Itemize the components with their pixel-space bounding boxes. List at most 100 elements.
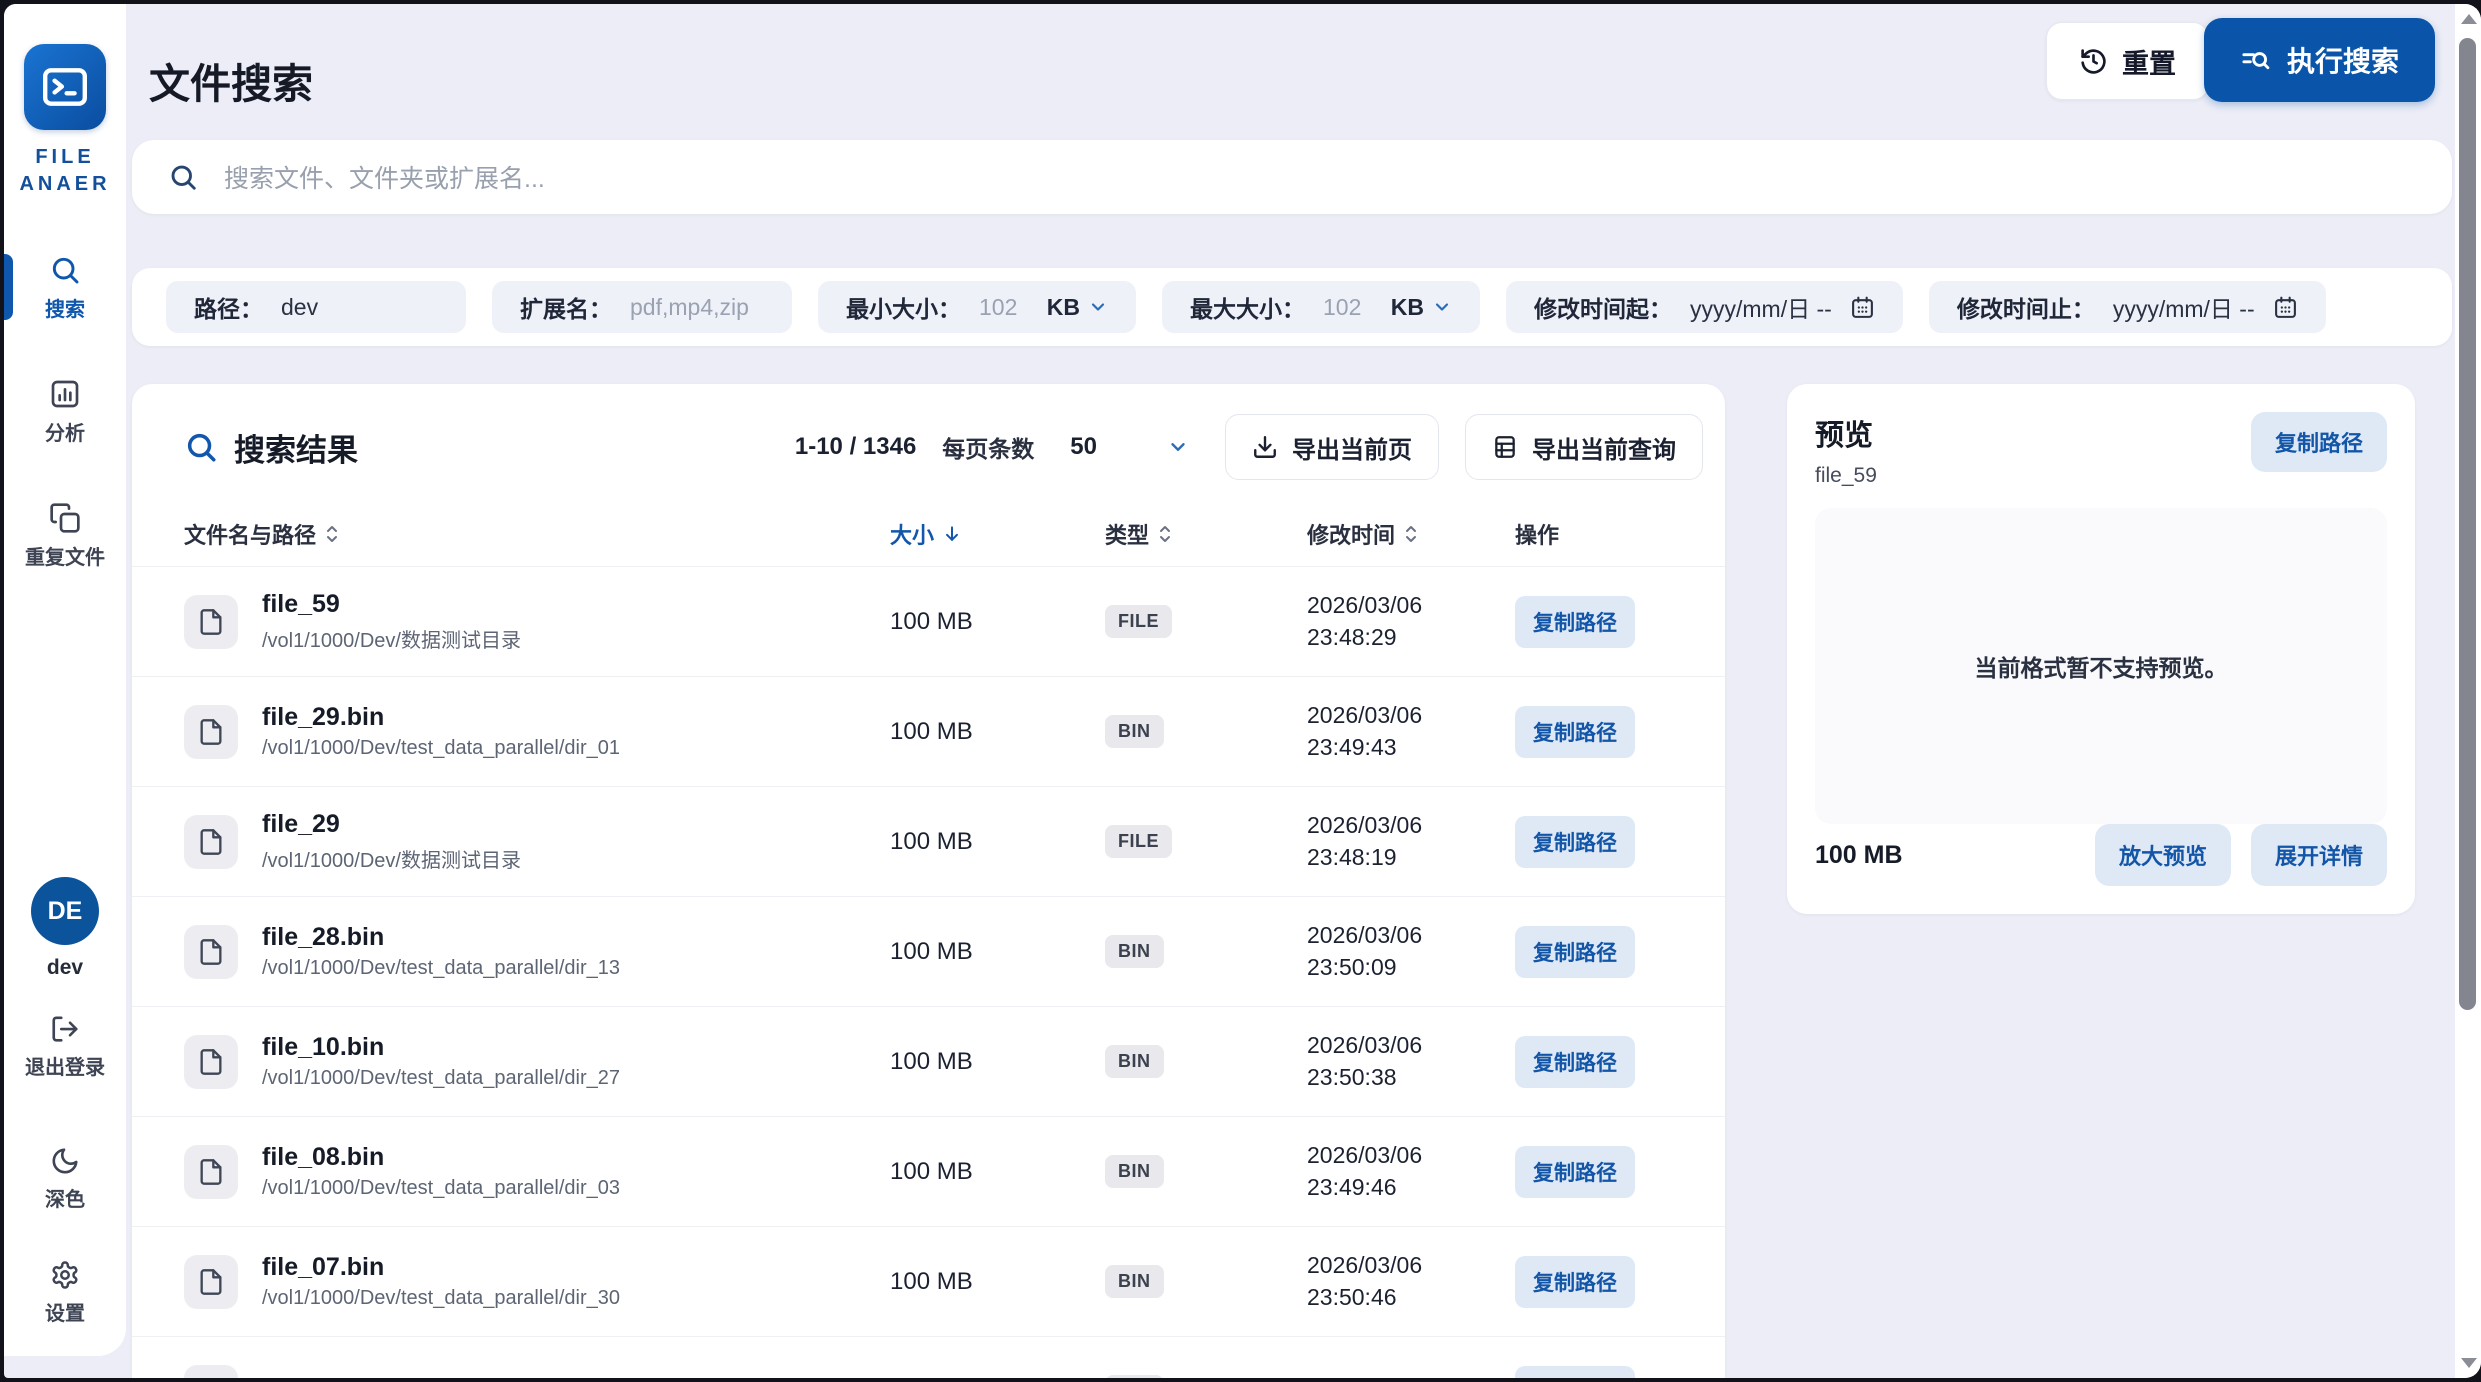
path-input[interactable]: dev bbox=[281, 294, 318, 321]
per-page-value: 50 bbox=[1070, 433, 1097, 460]
modified-time: 2026/03/06 23:50:09 bbox=[1307, 922, 1423, 980]
file-name: file_08.bin bbox=[262, 1143, 385, 1171]
search-icon bbox=[168, 162, 198, 192]
results-title: 搜索结果 bbox=[184, 425, 358, 470]
reset-button[interactable]: 重置 bbox=[2046, 22, 2209, 100]
column-header-type[interactable]: 类型 bbox=[1105, 518, 1307, 550]
page-title: 文件搜索 bbox=[149, 61, 313, 107]
min-size-unit-select[interactable]: KB bbox=[1047, 294, 1108, 321]
table-row[interactable]: file_07.bin 100 MB BIN 2026/03/06 复制路径 bbox=[132, 1336, 1725, 1378]
app-logo[interactable] bbox=[24, 44, 106, 130]
copy-path-button[interactable]: 复制路径 bbox=[1515, 925, 1635, 978]
file-icon bbox=[184, 1144, 238, 1199]
min-size-label: 最小大小： bbox=[846, 296, 961, 322]
column-header-mtime[interactable]: 修改时间 bbox=[1307, 518, 1515, 550]
copy-path-button[interactable]: 复制路径 bbox=[1515, 1145, 1635, 1198]
results-panel: 搜索结果 1-10 / 1346 每页条数 50 导出当前页 导出当前查询 文件… bbox=[132, 384, 1725, 1378]
table-row[interactable]: file_29 /vol1/1000/Dev/数据测试目录 100 MB FIL… bbox=[132, 786, 1725, 896]
sidebar-item-label: 重复文件 bbox=[25, 547, 105, 569]
search-icon bbox=[49, 254, 81, 286]
calendar-icon[interactable] bbox=[1850, 295, 1875, 320]
modified-time: 2026/03/06 23:48:29 bbox=[1307, 592, 1423, 650]
result-range: 1-10 / 1346 bbox=[794, 433, 917, 460]
date-to-filter[interactable]: 修改时间止： yyyy/mm/日 -- bbox=[1928, 281, 2326, 333]
sort-icon bbox=[1160, 526, 1171, 542]
file-path: /vol1/1000/Dev/test_data_parallel/dir_30 bbox=[262, 1287, 621, 1309]
avatar[interactable]: DE bbox=[31, 877, 99, 945]
file-icon bbox=[184, 704, 238, 759]
run-search-button[interactable]: 执行搜索 bbox=[2204, 18, 2436, 102]
sidebar-item-analytics[interactable]: 分析 bbox=[4, 378, 126, 446]
preview-unsupported-message: 当前格式暂不支持预览。 bbox=[1974, 655, 2228, 681]
column-header-name[interactable]: 文件名与路径 bbox=[184, 518, 890, 550]
per-page-select[interactable]: 50 bbox=[1060, 425, 1199, 469]
date-from-filter[interactable]: 修改时间起： yyyy/mm/日 -- bbox=[1506, 281, 1903, 333]
max-size-unit-select[interactable]: KB bbox=[1391, 294, 1452, 321]
path-filter[interactable]: 路径： dev bbox=[166, 281, 466, 333]
max-size-label: 最大大小： bbox=[1190, 296, 1305, 322]
bar-chart-icon bbox=[49, 378, 81, 410]
copy-path-button[interactable]: 复制路径 bbox=[1515, 595, 1635, 648]
table-row[interactable]: file_10.bin /vol1/1000/Dev/test_data_par… bbox=[132, 1006, 1725, 1116]
max-size-input[interactable]: 102 bbox=[1323, 294, 1373, 321]
modified-time: 2026/03/06 23:48:19 bbox=[1307, 812, 1423, 870]
sidebar-item-label: 搜索 bbox=[45, 299, 85, 321]
date-to-input[interactable]: yyyy/mm/日 -- bbox=[2113, 290, 2255, 324]
sidebar-item-duplicates[interactable]: 重复文件 bbox=[4, 502, 126, 570]
download-icon bbox=[1252, 434, 1278, 460]
file-path: /vol1/1000/Dev/数据测试目录 bbox=[262, 630, 521, 652]
scroll-down-arrow[interactable] bbox=[2461, 1358, 2477, 1368]
date-from-input[interactable]: yyyy/mm/日 -- bbox=[1690, 290, 1832, 324]
file-size: 100 MB bbox=[890, 1378, 1105, 1379]
modified-time: 2026/03/06 23:49:46 bbox=[1307, 1142, 1423, 1200]
table-row[interactable]: file_28.bin /vol1/1000/Dev/test_data_par… bbox=[132, 896, 1725, 1006]
logout-button[interactable]: 退出登录 bbox=[4, 1014, 126, 1080]
table-row[interactable]: file_07.bin /vol1/1000/Dev/test_data_par… bbox=[132, 1226, 1725, 1336]
zoom-preview-button[interactable]: 放大预览 bbox=[2094, 824, 2231, 886]
sort-desc-icon bbox=[946, 526, 959, 541]
preview-panel: 预览 file_59 复制路径 当前格式暂不支持预览。 100 MB 放大预览 … bbox=[1787, 384, 2415, 914]
copy-path-button[interactable]: 复制路径 bbox=[1515, 1365, 1635, 1378]
extension-input[interactable]: pdf,mp4,zip bbox=[630, 294, 749, 321]
logout-label: 退出登录 bbox=[25, 1057, 105, 1079]
file-path: /vol1/1000/Dev/数据测试目录 bbox=[262, 850, 521, 872]
min-size-filter[interactable]: 最小大小： 102 KB bbox=[818, 281, 1136, 333]
file-size: 100 MB bbox=[890, 1267, 973, 1295]
scrollbar-thumb[interactable] bbox=[2459, 38, 2476, 1010]
file-size: 100 MB bbox=[890, 1157, 973, 1185]
copy-path-button[interactable]: 复制路径 bbox=[1515, 1255, 1635, 1308]
file-name: file_29 bbox=[262, 810, 340, 838]
min-size-unit: KB bbox=[1046, 293, 1080, 320]
column-header-size[interactable]: 大小 bbox=[890, 518, 1105, 550]
copy-path-button[interactable]: 复制路径 bbox=[1515, 705, 1635, 758]
file-path: /vol1/1000/Dev/test_data_parallel/dir_01 bbox=[262, 737, 621, 759]
reset-label: 重置 bbox=[2122, 48, 2176, 79]
copy-path-button[interactable]: 复制路径 bbox=[1515, 1035, 1635, 1088]
search-input[interactable]: 搜索文件、文件夹或扩展名... bbox=[224, 159, 545, 195]
theme-toggle[interactable]: 深色 bbox=[4, 1146, 126, 1212]
min-size-input[interactable]: 102 bbox=[979, 294, 1029, 321]
table-row[interactable]: file_29.bin /vol1/1000/Dev/test_data_par… bbox=[132, 676, 1725, 786]
export-page-button[interactable]: 导出当前页 bbox=[1225, 414, 1439, 480]
vertical-scrollbar[interactable] bbox=[2455, 4, 2481, 1378]
copy-path-button[interactable]: 复制路径 bbox=[1515, 815, 1635, 868]
expand-details-button[interactable]: 展开详情 bbox=[2250, 824, 2387, 886]
sidebar-item-search[interactable]: 搜索 bbox=[4, 254, 126, 322]
search-bar[interactable]: 搜索文件、文件夹或扩展名... bbox=[132, 140, 2452, 214]
file-size: 100 MB bbox=[890, 717, 973, 745]
run-search-label: 执行搜索 bbox=[2287, 46, 2400, 77]
scroll-up-arrow[interactable] bbox=[2461, 14, 2477, 24]
table-row[interactable]: file_59 /vol1/1000/Dev/数据测试目录 100 MB FIL… bbox=[132, 566, 1725, 676]
settings-button[interactable]: 设置 bbox=[4, 1260, 126, 1326]
sort-icon bbox=[1406, 526, 1417, 542]
export-query-button[interactable]: 导出当前查询 bbox=[1465, 414, 1703, 480]
calendar-icon[interactable] bbox=[2273, 295, 2298, 320]
max-size-filter[interactable]: 最大大小： 102 KB bbox=[1162, 281, 1480, 333]
preview-copy-path-button[interactable]: 复制路径 bbox=[2250, 412, 2387, 472]
extension-filter[interactable]: 扩展名： pdf,mp4,zip bbox=[492, 281, 792, 333]
type-badge: BIN bbox=[1105, 1155, 1164, 1188]
export-table-icon bbox=[1492, 434, 1518, 460]
table-row[interactable]: file_08.bin /vol1/1000/Dev/test_data_par… bbox=[132, 1116, 1725, 1226]
column-header-actions: 操作 bbox=[1515, 523, 1560, 548]
gear-icon bbox=[50, 1260, 80, 1290]
